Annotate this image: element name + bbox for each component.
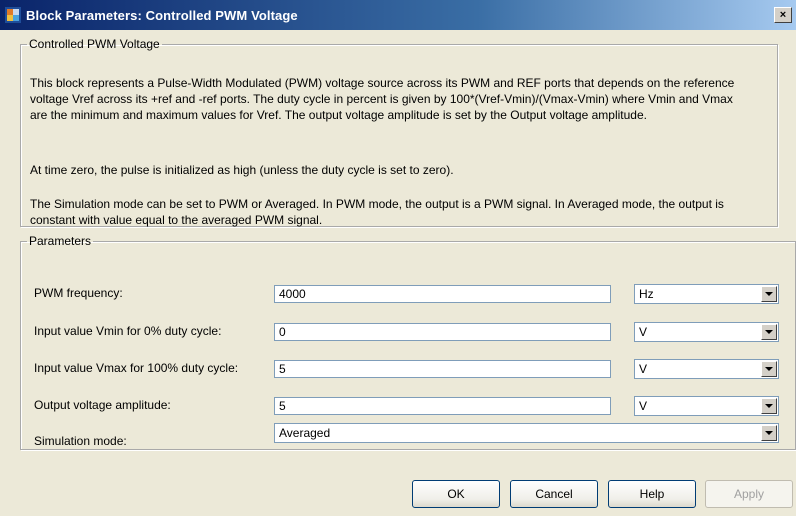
parameters-group-title: Parameters [29, 234, 92, 248]
close-button[interactable]: × [774, 7, 792, 23]
description-paragraph-2: At time zero, the pulse is initialized a… [30, 163, 454, 177]
simulation-mode-select[interactable]: Averaged [274, 423, 779, 443]
chevron-down-icon[interactable] [761, 361, 777, 377]
help-button[interactable]: Help [608, 480, 696, 508]
pwm-frequency-label: PWM frequency: [34, 286, 123, 300]
apply-button[interactable]: Apply [705, 480, 793, 508]
simulink-block-icon [5, 7, 21, 23]
pwm-frequency-unit-select[interactable]: Hz [634, 284, 779, 304]
vmin-label: Input value Vmin for 0% duty cycle: [34, 324, 222, 338]
vmax-label: Input value Vmax for 100% duty cycle: [34, 361, 239, 375]
cancel-button[interactable]: Cancel [510, 480, 598, 508]
ok-button[interactable]: OK [412, 480, 500, 508]
chevron-down-icon[interactable] [761, 324, 777, 340]
vmax-unit-select[interactable]: V [634, 359, 779, 379]
vmax-unit-value: V [639, 362, 648, 376]
vmin-unit-select[interactable]: V [634, 322, 779, 342]
simulation-mode-label: Simulation mode: [34, 434, 127, 448]
output-amplitude-label: Output voltage amplitude: [34, 398, 171, 412]
pwm-frequency-input[interactable]: 4000 [274, 285, 611, 303]
output-amplitude-input[interactable]: 5 [274, 397, 611, 415]
output-amplitude-unit-value: V [639, 399, 648, 413]
description-paragraph-3: The Simulation mode can be set to PWM or… [30, 197, 724, 227]
close-icon: × [779, 8, 787, 21]
vmax-input[interactable]: 5 [274, 360, 611, 378]
simulation-mode-value: Averaged [279, 426, 331, 440]
chevron-down-icon[interactable] [761, 425, 777, 441]
vmin-input[interactable]: 0 [274, 323, 611, 341]
output-amplitude-unit-select[interactable]: V [634, 396, 779, 416]
description-paragraph-1: This block represents a Pulse-Width Modu… [30, 76, 735, 122]
parameters-group: Parameters PWM frequency: 4000 Hz Input … [20, 234, 796, 450]
description-group: Controlled PWM Voltage This block repres… [20, 37, 778, 227]
chevron-down-icon[interactable] [761, 286, 777, 302]
description-group-title: Controlled PWM Voltage [29, 37, 160, 51]
window-title: Block Parameters: Controlled PWM Voltage [26, 7, 298, 23]
vmin-unit-value: V [639, 325, 648, 339]
pwm-frequency-unit-value: Hz [639, 287, 654, 301]
title-bar[interactable]: Block Parameters: Controlled PWM Voltage… [0, 0, 796, 30]
chevron-down-icon[interactable] [761, 398, 777, 414]
